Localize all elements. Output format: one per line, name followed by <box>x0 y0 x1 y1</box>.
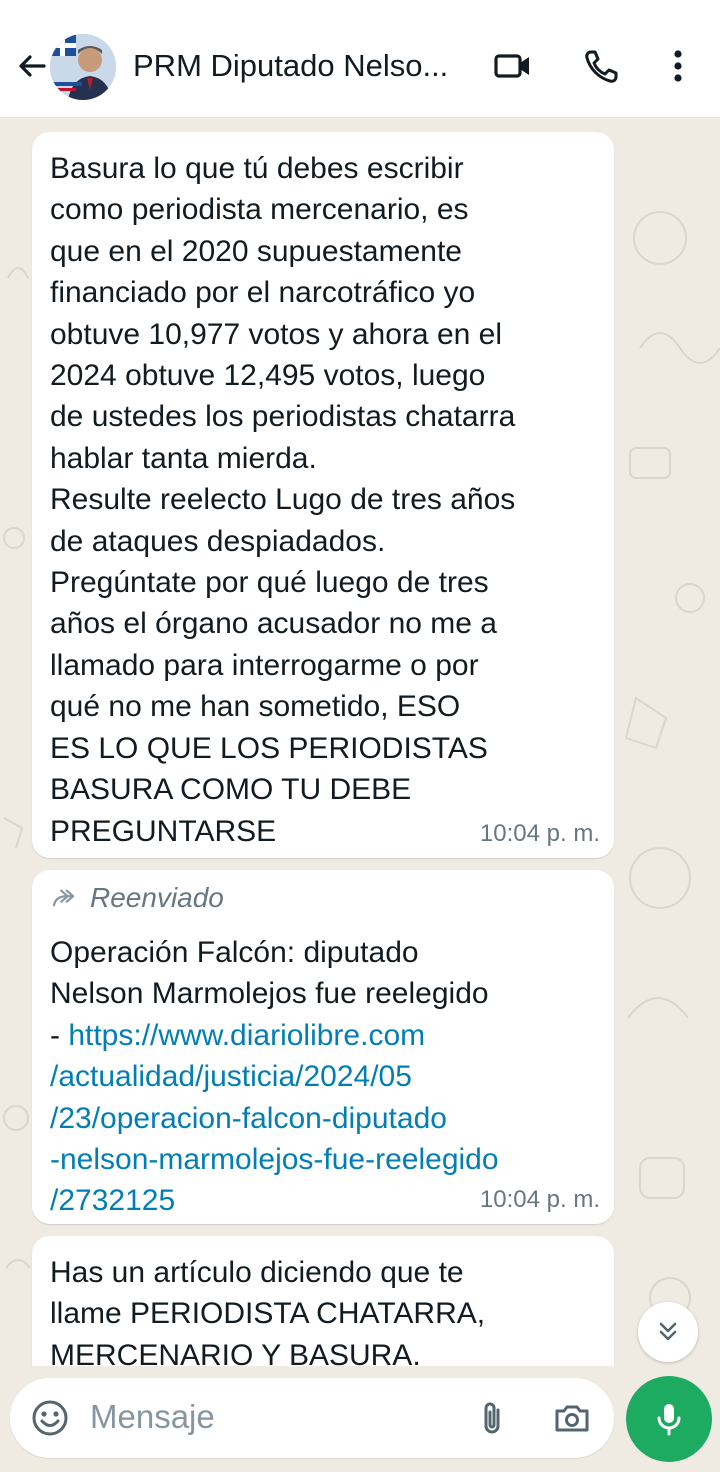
message-link[interactable]: https://www.diariolibre.com /actualidad/… <box>50 1019 499 1218</box>
message-time: 10:04 p. m. <box>479 820 600 847</box>
message-placeholder: Mensaje <box>90 1398 215 1435</box>
forwarded-text: Reenviado <box>90 882 224 913</box>
contact-name[interactable]: PRM Diputado Nelso... <box>133 48 448 84</box>
more-options-icon[interactable] <box>658 46 698 86</box>
forwarded-icon <box>52 889 75 907</box>
camera-icon[interactable] <box>552 1398 592 1438</box>
voice-message-button[interactable] <box>626 1376 712 1462</box>
contact-avatar[interactable] <box>50 34 116 100</box>
message-bubble[interactable]: Basura lo que tú debes escribir como per… <box>32 132 614 858</box>
emoji-icon[interactable] <box>30 1398 70 1438</box>
back-arrow-icon[interactable] <box>14 48 50 84</box>
double-chevron-down-icon <box>659 1322 677 1341</box>
forwarded-label: Reenviado <box>50 878 596 918</box>
message-composer: Mensaje <box>0 1366 720 1472</box>
message-input[interactable]: Mensaje <box>10 1378 614 1458</box>
message-time: 10:04 p. m. <box>479 1186 600 1213</box>
message-bubble-forwarded[interactable]: Reenviado Operación Falcón: diputado Nel… <box>32 870 614 1224</box>
scroll-to-bottom-button[interactable] <box>638 1302 698 1362</box>
attach-icon[interactable] <box>472 1398 512 1438</box>
chat-header: PRM Diputado Nelso... <box>0 0 720 118</box>
message-text: Has un artículo diciendo que te llame PE… <box>50 1256 486 1372</box>
message-text: Operación Falcón: diputado Nelson Marmol… <box>50 932 596 1222</box>
voice-call-icon[interactable] <box>582 46 622 86</box>
message-text: Basura lo que tú debes escribir como per… <box>50 152 516 848</box>
video-call-icon[interactable] <box>493 46 533 86</box>
mic-icon <box>657 1404 681 1436</box>
message-bubble[interactable]: Has un artículo diciendo que te llame PE… <box>32 1236 614 1386</box>
